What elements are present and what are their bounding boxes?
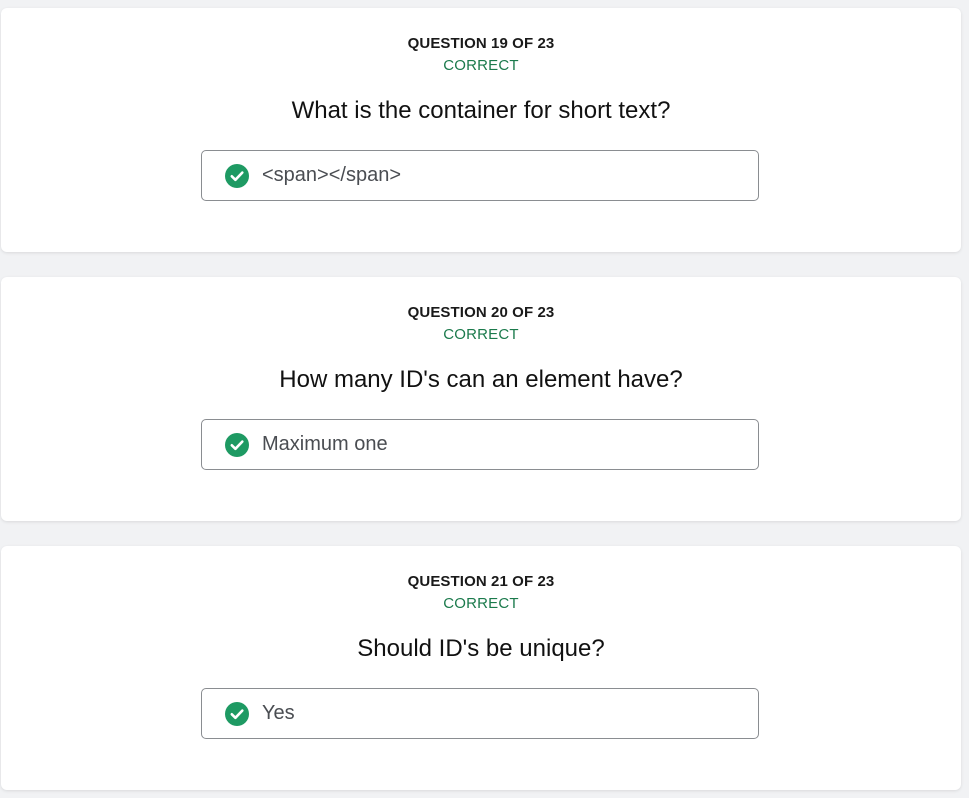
- question-card-19: QUESTION 19 OF 23 CORRECT What is the co…: [1, 8, 961, 252]
- answer-text: <span></span>: [262, 164, 402, 186]
- question-text: What is the container for short text?: [291, 97, 671, 124]
- question-card-21: QUESTION 21 OF 23 CORRECT Should ID's be…: [1, 546, 961, 790]
- question-text: Should ID's be unique?: [357, 635, 605, 662]
- question-text: How many ID's can an element have?: [279, 366, 683, 393]
- question-card-20: QUESTION 20 OF 23 CORRECT How many ID's …: [1, 277, 961, 521]
- question-counter: QUESTION 20 OF 23: [407, 304, 555, 321]
- result-status: CORRECT: [443, 326, 519, 343]
- check-circle-icon: [225, 702, 249, 726]
- answer-text: Maximum one: [262, 433, 388, 455]
- question-counter: QUESTION 19 OF 23: [407, 35, 555, 52]
- selected-answer[interactable]: <span></span>: [201, 150, 759, 201]
- check-circle-icon: [225, 433, 249, 457]
- check-circle-icon: [225, 164, 249, 188]
- answer-text: Yes: [262, 702, 295, 724]
- question-counter: QUESTION 21 OF 23: [407, 573, 555, 590]
- selected-answer[interactable]: Yes: [201, 688, 759, 739]
- selected-answer[interactable]: Maximum one: [201, 419, 759, 470]
- result-status: CORRECT: [443, 57, 519, 74]
- result-status: CORRECT: [443, 595, 519, 612]
